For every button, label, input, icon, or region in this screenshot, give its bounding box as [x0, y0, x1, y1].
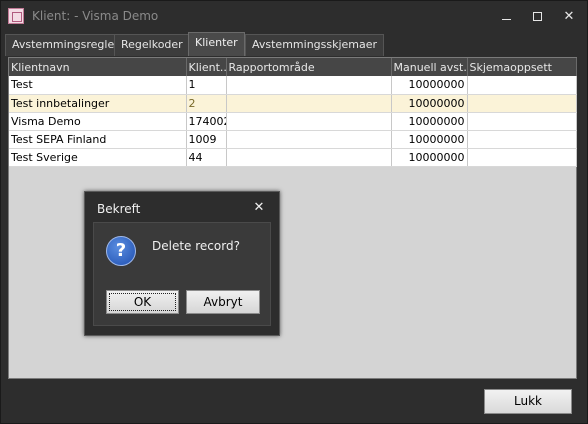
cell-report-area[interactable] — [226, 130, 392, 149]
cancel-button[interactable]: Avbryt — [186, 290, 260, 314]
dialog-message: Delete record? — [152, 239, 240, 253]
vertical-scrollbar[interactable] — [578, 57, 586, 379]
window-title: Klient: - Visma Demo — [32, 9, 159, 23]
table-row-selected[interactable]: Test innbetalinger 2 10000000 — [9, 94, 577, 113]
cell-form-setup[interactable] — [467, 130, 577, 149]
cell-client-name[interactable]: Test Sverige — [9, 148, 187, 167]
title-bar[interactable]: Klient: - Visma Demo ✕ — [1, 1, 587, 32]
cell-client-id[interactable]: 1 — [186, 76, 227, 95]
cell-form-setup[interactable] — [467, 76, 577, 95]
lukk-button[interactable]: Lukk — [484, 389, 572, 414]
cell-report-area[interactable] — [226, 94, 392, 113]
cell-manual-reconciliation[interactable]: 10000000 — [391, 76, 468, 95]
cell-report-area[interactable] — [226, 148, 392, 167]
tab-regelkoder[interactable]: Regelkoder — [114, 34, 190, 56]
table-row[interactable]: Test SEPA Finland 1009 10000000 — [9, 130, 577, 149]
table-header-row: Klientnavn Klient... Rapportområde Manue… — [9, 58, 577, 76]
table-row[interactable]: Test 1 10000000 — [9, 76, 577, 95]
cell-client-id[interactable]: 44 — [186, 148, 227, 167]
cell-report-area[interactable] — [226, 76, 392, 95]
dialog-close-icon[interactable]: ✕ — [251, 200, 267, 215]
cell-manual-reconciliation[interactable]: 10000000 — [391, 130, 468, 149]
table-row[interactable]: Test Sverige 44 10000000 — [9, 148, 577, 167]
cell-client-id[interactable]: 2 — [186, 94, 227, 113]
dialog-body: ? Delete record? OK Avbryt — [93, 222, 271, 326]
close-icon: ✕ — [563, 9, 575, 24]
cell-client-name[interactable]: Test — [9, 76, 187, 95]
cell-form-setup[interactable] — [467, 148, 577, 167]
cell-form-setup[interactable] — [467, 94, 577, 113]
cell-client-name[interactable]: Visma Demo — [9, 112, 187, 131]
ok-button[interactable]: OK — [106, 290, 179, 314]
dialog-title: Bekreft — [97, 202, 141, 216]
cell-manual-reconciliation[interactable]: 10000000 — [391, 94, 468, 113]
clients-table: Klientnavn Klient... Rapportområde Manue… — [9, 58, 577, 167]
cell-manual-reconciliation[interactable]: 10000000 — [391, 148, 468, 167]
column-header-klientnavn[interactable]: Klientnavn — [9, 58, 187, 76]
tab-avstemmingsregler[interactable]: Avstemmingsregler — [5, 34, 126, 56]
tab-bar: Avstemmingsregler Regelkoder Klienter Av… — [5, 32, 583, 56]
cell-client-id[interactable]: 1009 — [186, 130, 227, 149]
cell-manual-reconciliation[interactable]: 10000000 — [391, 112, 468, 131]
cell-client-name[interactable]: Test SEPA Finland — [9, 130, 187, 149]
question-icon: ? — [106, 236, 136, 266]
tab-klienter[interactable]: Klienter — [188, 32, 245, 56]
maximize-icon — [532, 12, 542, 21]
minimize-icon — [501, 19, 511, 20]
tab-avstemmingsskjemaer[interactable]: Avstemmingsskjemaer — [245, 34, 385, 56]
cell-report-area[interactable] — [226, 112, 392, 131]
column-header-skjemaoppsett[interactable]: Skjemaoppsett — [467, 58, 577, 76]
column-header-rapportomrade[interactable]: Rapportområde — [226, 58, 392, 76]
cell-client-id[interactable]: 174002 — [186, 112, 227, 131]
minimize-button[interactable] — [496, 7, 516, 27]
main-window: Klient: - Visma Demo ✕ Avstemmingsregler… — [0, 0, 588, 424]
close-window-button[interactable]: ✕ — [559, 7, 579, 27]
maximize-button[interactable] — [527, 7, 547, 27]
app-icon — [8, 8, 24, 24]
cell-client-name[interactable]: Test innbetalinger — [9, 94, 187, 113]
cell-form-setup[interactable] — [467, 112, 577, 131]
confirm-dialog: Bekreft ✕ ? Delete record? OK Avbryt — [84, 191, 280, 336]
table-row[interactable]: Visma Demo 174002 10000000 — [9, 112, 577, 131]
column-header-manuell-avstemming[interactable]: Manuell avst... — [391, 58, 468, 76]
column-header-klient-id[interactable]: Klient... — [186, 58, 227, 76]
